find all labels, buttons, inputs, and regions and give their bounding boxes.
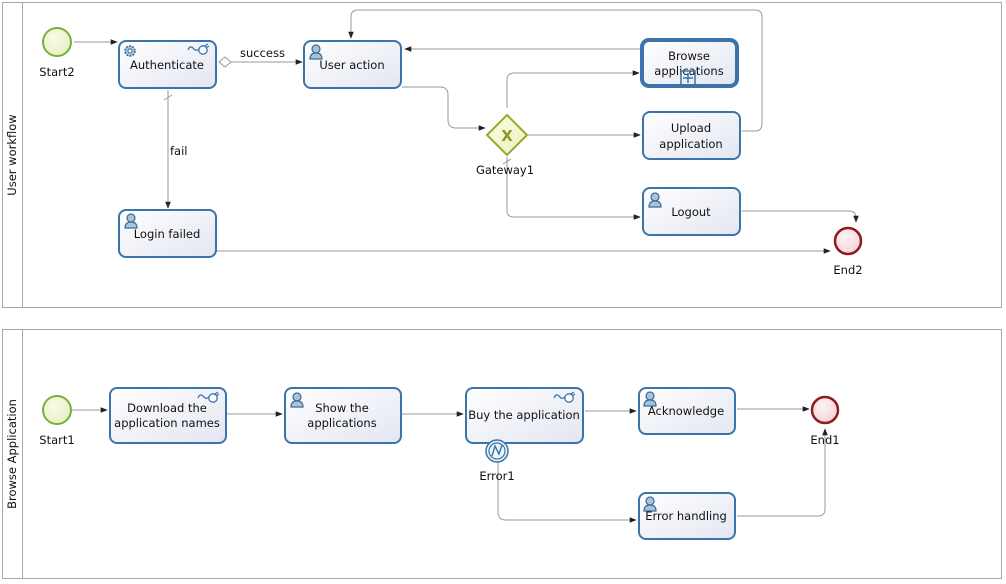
start-event-label: Start1 (39, 433, 74, 447)
task-label: Acknowledge (648, 404, 724, 418)
boundary-event-label: Error1 (479, 469, 514, 483)
task-acknowledge[interactable]: Acknowledge (638, 387, 736, 435)
start-event-label: Start2 (39, 65, 74, 79)
task-label: Buy the application (468, 408, 580, 422)
task-label-line1: Upload (671, 121, 711, 135)
task-user-action[interactable]: User action (303, 40, 402, 89)
end-event-circle-icon (810, 395, 840, 425)
pool-label[interactable]: User workflow (5, 114, 19, 195)
start-event-circle-icon (42, 27, 72, 57)
task-label: User action (319, 58, 384, 72)
end-event-label: End1 (810, 433, 839, 447)
task-label-line2: application (659, 137, 722, 151)
task-show-applications[interactable]: Show the applications (284, 387, 402, 444)
gateway-label: Gateway1 (476, 163, 534, 177)
task-logout[interactable]: Logout (642, 187, 741, 236)
task-authenticate[interactable]: Authenticate (118, 40, 217, 89)
task-box (642, 111, 741, 160)
task-label-line2: application names (114, 416, 220, 430)
task-buy-application[interactable]: Buy the application (465, 387, 584, 444)
task-label-line1: Browse (668, 49, 710, 63)
end-event-circle-icon (833, 226, 863, 256)
task-login-failed[interactable]: Login failed (118, 209, 217, 258)
flow-label-fail: fail (170, 144, 188, 158)
bpmn-canvas: User workflow success fail Start2 Authen… (2, 2, 1002, 579)
task-box (640, 38, 739, 88)
task-error-handling[interactable]: Error handling (638, 492, 736, 540)
subprocess-browse-applications[interactable]: Browse applications (640, 38, 739, 88)
task-label-line2: applications (307, 416, 376, 430)
x-exclusive-icon: X (501, 127, 513, 145)
task-label-line1: Download the (127, 401, 207, 415)
task-label: Authenticate (130, 58, 204, 72)
end-event-label: End2 (833, 263, 862, 277)
task-label: Error handling (645, 509, 727, 523)
pool-label[interactable]: Browse Application (5, 399, 19, 509)
task-label: Logout (671, 205, 711, 219)
task-label-line1: Show the (315, 401, 369, 415)
flow-label-success: success (240, 46, 285, 60)
task-upload-application[interactable]: Upload application (642, 111, 741, 160)
task-download-application-names[interactable]: Download the application names (109, 387, 227, 444)
task-label: Login failed (134, 227, 201, 241)
gear-icon (124, 45, 136, 57)
start-event-circle-icon (42, 395, 72, 425)
